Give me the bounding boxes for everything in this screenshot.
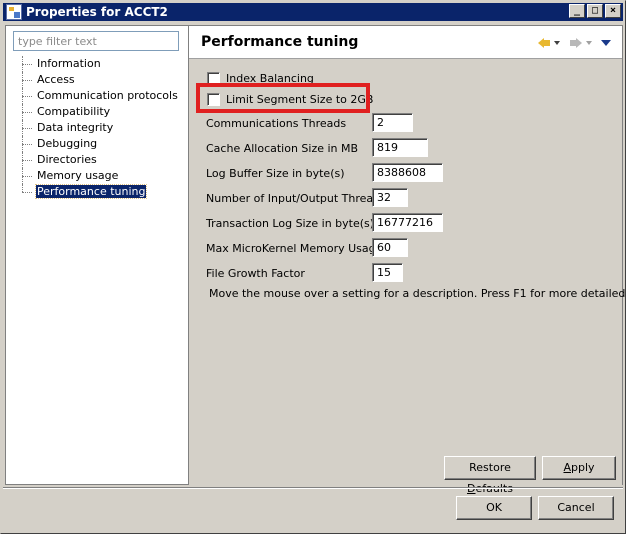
properties-dialog: Properties for ACCT2 _ □ × Information A… <box>0 0 626 534</box>
io-threads-label: Number of Input/Output Threads <box>206 191 386 205</box>
title-bar[interactable]: Properties for ACCT2 _ □ × <box>3 3 623 21</box>
tree-branch-line <box>22 184 34 200</box>
log-buffer-size-row: Log Buffer Size in byte(s) <box>206 163 345 183</box>
transaction-log-size-input[interactable] <box>372 213 443 232</box>
navigation-pane: Information Access Communication protoco… <box>5 25 189 485</box>
back-history-dropdown-icon[interactable] <box>552 35 562 49</box>
close-button[interactable]: × <box>605 4 621 18</box>
tree-item-performance-tuning[interactable]: Performance tuning <box>16 184 179 200</box>
tree-branch-line <box>22 152 34 168</box>
tree-item-memory-usage[interactable]: Memory usage <box>16 168 179 184</box>
tree-branch-line <box>22 88 34 104</box>
app-icon <box>6 4 22 20</box>
tree-item-data-integrity[interactable]: Data integrity <box>16 120 179 136</box>
tree-item-compatibility[interactable]: Compatibility <box>16 104 179 120</box>
tree-item-debugging[interactable]: Debugging <box>16 136 179 152</box>
file-growth-factor-label: File Growth Factor <box>206 266 305 280</box>
tree-branch-line <box>22 104 34 120</box>
communications-threads-label: Communications Threads <box>206 116 347 130</box>
log-buffer-size-input[interactable] <box>372 163 443 182</box>
tree-branch-line <box>22 72 34 88</box>
view-menu-icon[interactable] <box>600 35 612 49</box>
cache-allocation-row: Cache Allocation Size in MB <box>206 138 358 158</box>
navigation-toolbar <box>536 35 612 49</box>
page-header: Performance tuning <box>189 26 622 59</box>
communications-threads-input[interactable] <box>372 113 413 132</box>
bottom-separator <box>3 487 623 489</box>
tree-branch-line <box>22 120 34 136</box>
transaction-log-size-label: Transaction Log Size in byte(s) <box>206 216 375 230</box>
cache-allocation-input[interactable] <box>372 138 428 157</box>
io-threads-row: Number of Input/Output Threads <box>206 188 386 208</box>
tree-branch-line <box>22 56 34 72</box>
microkernel-memory-row: Max MicroKernel Memory Usage <box>206 238 382 258</box>
minimize-button[interactable]: _ <box>569 4 585 18</box>
window-title: Properties for ACCT2 <box>26 5 168 19</box>
io-threads-input[interactable] <box>372 188 408 207</box>
forward-history-dropdown-icon[interactable] <box>584 35 594 49</box>
microkernel-memory-label: Max MicroKernel Memory Usage <box>206 241 383 255</box>
communications-threads-row: Communications Threads <box>206 113 346 133</box>
tree-item-information[interactable]: Information <box>16 56 179 72</box>
page-title: Performance tuning <box>201 34 359 50</box>
tree-item-communication-protocols[interactable]: Communication protocols <box>16 88 179 104</box>
help-text: Move the mouse over a setting for a desc… <box>209 287 626 300</box>
property-tree: Information Access Communication protoco… <box>16 56 179 200</box>
highlight-annotation-box <box>196 83 370 113</box>
tree-branch-line <box>22 136 34 152</box>
maximize-button[interactable]: □ <box>587 4 603 18</box>
transaction-log-size-row: Transaction Log Size in byte(s) <box>206 213 374 233</box>
file-growth-factor-input[interactable] <box>372 263 403 282</box>
filter-input[interactable] <box>13 31 179 51</box>
apply-button[interactable]: Apply <box>542 456 616 480</box>
file-growth-factor-row: File Growth Factor <box>206 263 305 283</box>
back-arrow-icon[interactable] <box>536 35 552 49</box>
microkernel-memory-input[interactable] <box>372 238 408 257</box>
cancel-button[interactable]: Cancel <box>538 496 614 520</box>
forward-arrow-icon[interactable] <box>568 35 584 49</box>
tree-item-directories[interactable]: Directories <box>16 152 179 168</box>
tree-branch-line <box>22 168 34 184</box>
log-buffer-size-label: Log Buffer Size in byte(s) <box>206 166 345 180</box>
cache-allocation-label: Cache Allocation Size in MB <box>206 141 359 155</box>
tree-item-access[interactable]: Access <box>16 72 179 88</box>
restore-defaults-button[interactable]: Restore Defaults <box>444 456 536 495</box>
ok-button[interactable]: OK <box>456 496 532 520</box>
